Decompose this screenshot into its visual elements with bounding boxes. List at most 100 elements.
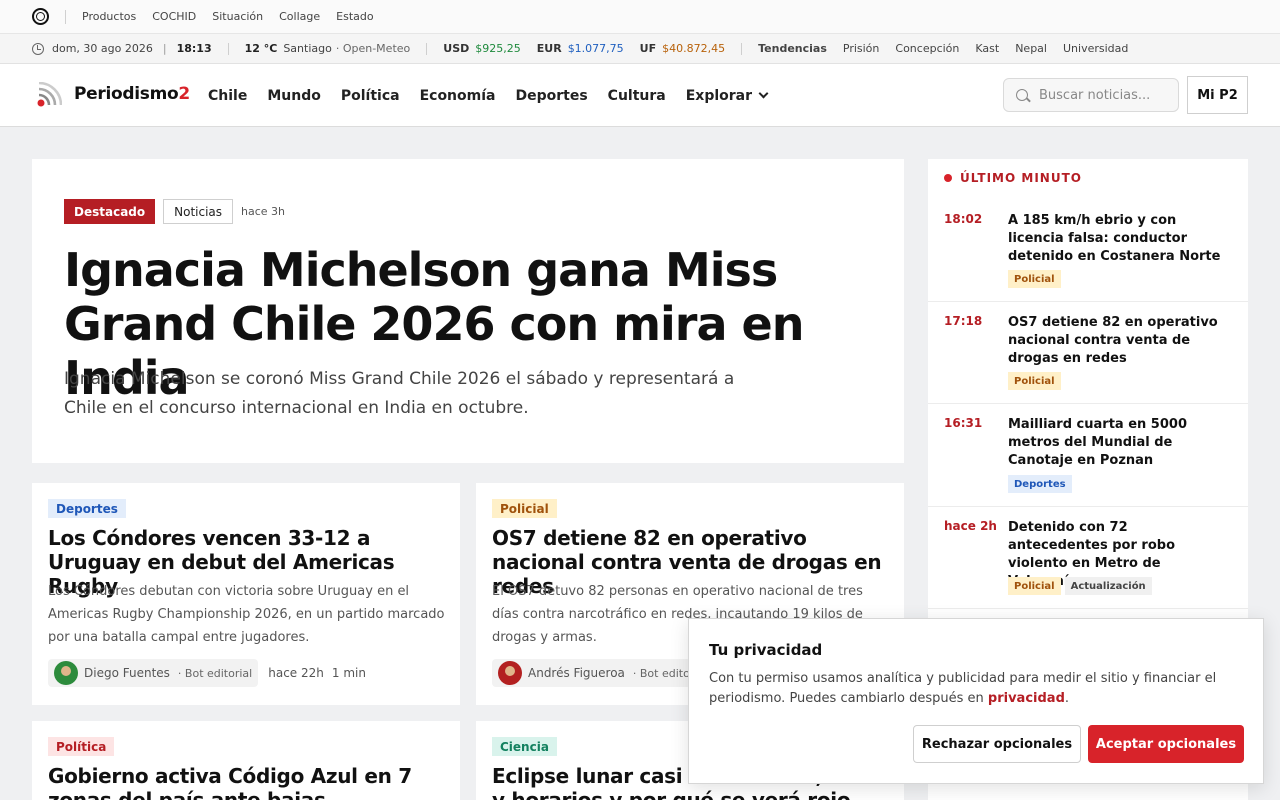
info-bar: dom, 30 ago 2026 | 18:13 12 °C Santiago …: [0, 34, 1280, 64]
article-meta: Diego Fuentes · Bot editorial hace 22h 1…: [48, 659, 366, 687]
read-time: 1 min: [331, 666, 366, 680]
trends-label[interactable]: Tendencias: [758, 42, 827, 55]
chevron-down-icon: [758, 88, 769, 98]
featured-badge: Destacado: [64, 199, 156, 224]
update-badge: Actualización: [1064, 577, 1152, 595]
trend-link[interactable]: Concepción: [895, 42, 959, 55]
divider: [426, 42, 428, 55]
privacy-dialog: Tu privacidad Con tu permiso usamos anal…: [688, 618, 1264, 784]
category-badge[interactable]: Policial: [1008, 577, 1061, 595]
accept-optional-button[interactable]: Aceptar opcionales: [1088, 725, 1244, 763]
currency-usd-code: USD: [443, 42, 470, 55]
category-badge[interactable]: Deportes: [1008, 475, 1072, 493]
avatar: [498, 661, 522, 685]
search-icon: [1016, 89, 1028, 101]
top-utility-bar: Productos COCHID Situación Collage Estad…: [0, 0, 1280, 34]
hero-article[interactable]: Destacado Noticias hace 3h Ignacia Miche…: [32, 159, 904, 463]
nav-item-cultura[interactable]: Cultura: [598, 88, 676, 104]
brand-logo-icon[interactable]: [36, 82, 62, 108]
article-time: hace 22h: [268, 666, 324, 680]
explore-label: Explorar: [685, 87, 753, 104]
search-input[interactable]: Buscar noticias...: [1003, 78, 1179, 112]
current-time: 18:13: [176, 42, 212, 55]
avatar: [54, 661, 78, 685]
trend-link[interactable]: Universidad: [1063, 42, 1128, 55]
currency-eur-code: EUR: [536, 42, 562, 55]
article-card[interactable]: Deportes Los Cóndores vencen 33-12 a Uru…: [32, 483, 460, 705]
hero-summary: Ignacia Michelson se coronó Miss Grand C…: [64, 369, 735, 418]
item-title[interactable]: A 185 km/h ebrio y con licencia falsa: c…: [1008, 212, 1230, 266]
topbar-link-situacion[interactable]: Situación: [212, 10, 263, 23]
privacy-title: Tu privacidad: [709, 641, 823, 659]
item-badges: Deportes: [1008, 475, 1072, 493]
category-badge[interactable]: Policial: [1008, 372, 1061, 390]
search-placeholder: Buscar noticias...: [1039, 87, 1151, 103]
main-nav: Chile Mundo Política Economía Deportes C…: [198, 64, 777, 127]
category-badge[interactable]: Deportes: [48, 499, 126, 518]
item-badges: Policial Actualización: [1008, 577, 1152, 595]
category-badge[interactable]: Policial: [492, 499, 557, 518]
trend-link[interactable]: Prisión: [843, 42, 880, 55]
item-time: hace 2h: [944, 519, 997, 533]
divider: [741, 42, 743, 55]
item-badges: Policial: [1008, 270, 1061, 288]
currency-uf-value: $40.872,45: [662, 42, 726, 55]
divider: [65, 9, 66, 24]
topbar-link-collage[interactable]: Collage: [279, 10, 320, 23]
article-card[interactable]: Política Gobierno activa Código Azul en …: [32, 721, 460, 800]
clock-icon: [32, 42, 44, 55]
item-title[interactable]: OS7 detiene 82 en operativo nacional con…: [1008, 314, 1230, 368]
account-button[interactable]: Mi P2: [1187, 76, 1248, 114]
nav-item-politica[interactable]: Política: [331, 88, 410, 104]
list-item[interactable]: 17:18 OS7 detiene 82 en operativo nacion…: [928, 302, 1248, 404]
hero-time: hace 3h: [241, 205, 286, 218]
privacy-body: Con tu permiso usamos analítica y public…: [709, 671, 1217, 706]
privacy-period: .: [1064, 691, 1070, 706]
current-date: dom, 30 ago 2026: [52, 42, 153, 55]
author-chip[interactable]: Diego Fuentes · Bot editorial: [48, 659, 259, 687]
author-role: · Bot editorial: [177, 666, 253, 680]
nav-item-economia[interactable]: Economía: [410, 88, 506, 104]
weather-city: Santiago: [283, 42, 332, 55]
nav-item-mundo[interactable]: Mundo: [257, 88, 331, 104]
category-badge[interactable]: Política: [48, 737, 115, 756]
item-time: 17:18: [944, 314, 983, 328]
nav-item-deportes[interactable]: Deportes: [505, 88, 597, 104]
brand-name[interactable]: Periodismo2: [74, 84, 190, 104]
sidebar-heading: ÚLTIMO MINUTO: [944, 171, 1082, 185]
network-logo-icon[interactable]: [32, 8, 49, 25]
item-badges: Policial: [1008, 372, 1061, 390]
article-summary: Los Cóndores debutan con victoria sobre …: [48, 584, 445, 645]
reject-optional-button[interactable]: Rechazar opcionales: [913, 725, 1081, 763]
trend-link[interactable]: Nepal: [1015, 42, 1047, 55]
sidebar-heading-text: ÚLTIMO MINUTO: [960, 171, 1082, 185]
currency-usd-value: $925,25: [475, 42, 521, 55]
privacy-text: Con tu permiso usamos analítica y public…: [709, 669, 1229, 709]
author-name: Andrés Figueroa: [528, 666, 625, 680]
trend-link[interactable]: Kast: [975, 42, 999, 55]
article-title[interactable]: Gobierno activa Código Azul en 7 zonas d…: [48, 764, 448, 800]
list-item[interactable]: hace 2h Detenido con 72 antecedentes por…: [928, 507, 1248, 609]
date-time-separator: |: [162, 42, 167, 55]
author-name: Diego Fuentes: [84, 666, 170, 680]
weather-temp: 12 °C: [244, 42, 278, 55]
privacy-link[interactable]: privacidad: [988, 691, 1065, 706]
section-tag[interactable]: Noticias: [163, 199, 234, 224]
nav-item-explorar[interactable]: Explorar: [676, 88, 777, 104]
topbar-link-estado[interactable]: Estado: [336, 10, 373, 23]
divider: [227, 42, 229, 55]
live-dot-icon: [944, 174, 952, 182]
topbar-link-productos[interactable]: Productos: [82, 10, 136, 23]
author-chip[interactable]: Andrés Figueroa · Bot editorial: [492, 659, 714, 687]
brand-number: 2: [178, 84, 190, 104]
item-title[interactable]: Mailliard cuarta en 5000 metros del Mund…: [1008, 416, 1230, 470]
list-item[interactable]: 16:31 Mailliard cuarta en 5000 metros de…: [928, 404, 1248, 507]
list-item[interactable]: 18:02 A 185 km/h ebrio y con licencia fa…: [928, 200, 1248, 302]
item-time: 18:02: [944, 212, 983, 226]
nav-item-chile[interactable]: Chile: [198, 88, 257, 104]
category-badge[interactable]: Policial: [1008, 270, 1061, 288]
category-badge[interactable]: Ciencia: [492, 737, 557, 756]
weather-source: · Open-Meteo: [335, 42, 411, 55]
topbar-link-cochid[interactable]: COCHID: [152, 10, 196, 23]
currency-uf-code: UF: [639, 42, 657, 55]
